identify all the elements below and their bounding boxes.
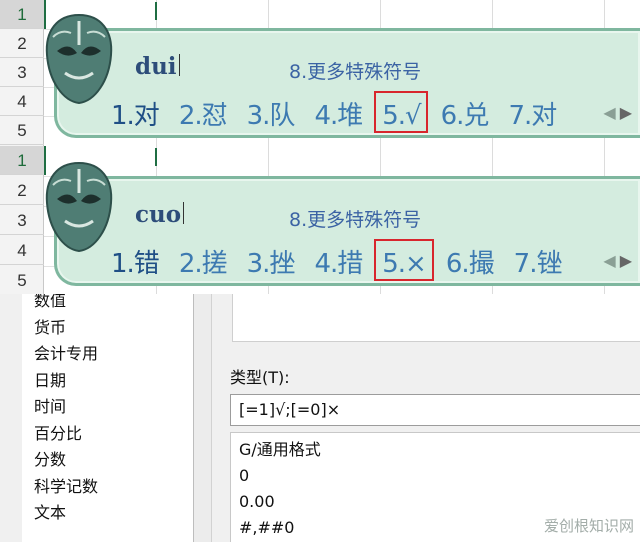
pinyin-text: dui bbox=[135, 53, 177, 80]
category-item[interactable]: 文本 bbox=[22, 500, 193, 527]
row-number[interactable]: 3 bbox=[0, 58, 44, 87]
category-item[interactable]: 日期 bbox=[22, 368, 193, 395]
next-page-icon[interactable]: ▶ bbox=[620, 103, 636, 122]
pinyin-input[interactable]: dui bbox=[135, 53, 180, 80]
ime-candidate-panel: cuo 8.更多特殊符号 1.错 2.搓 3.挫 4.措 5.× 6.撮 7.锉 ◀▶ bbox=[45, 161, 640, 286]
category-list: 数值 货币 会计专用 日期 时间 百分比 分数 科学记数 文本 bbox=[22, 294, 194, 542]
text-caret bbox=[178, 54, 180, 76]
ime-candidate-panel: dui 8.更多特殊符号 1.对 2.怼 3.队 4.堆 5.√ 6.兑 7.对 ◀▶ bbox=[45, 13, 640, 138]
category-item[interactable]: 会计专用 bbox=[22, 341, 193, 368]
highlight-box bbox=[374, 91, 428, 133]
candidate-item[interactable]: 2.怼 bbox=[179, 95, 228, 132]
candidate-item[interactable]: 3.挫 bbox=[247, 243, 296, 280]
candidate-item[interactable]: 7.对 bbox=[508, 95, 557, 132]
type-input[interactable]: [=1]√;[=0]× bbox=[230, 394, 640, 426]
candidate-list: 1.错 2.搓 3.挫 4.措 5.× 6.撮 7.锉 bbox=[111, 243, 581, 280]
type-label: 类型(T): bbox=[230, 368, 290, 387]
row-number[interactable]: 2 bbox=[0, 176, 44, 205]
row-number[interactable]: 4 bbox=[0, 87, 44, 116]
more-symbols-option[interactable]: 8.更多特殊符号 bbox=[289, 57, 421, 84]
category-item[interactable]: 时间 bbox=[22, 394, 193, 421]
highlight-box bbox=[374, 239, 434, 281]
next-page-icon[interactable]: ▶ bbox=[620, 251, 636, 270]
candidate-pager: ◀▶ bbox=[603, 103, 636, 122]
format-cells-dialog: 数值 货币 会计专用 日期 时间 百分比 分数 科学记数 文本 类型(T): [… bbox=[0, 294, 640, 542]
category-item[interactable]: 科学记数 bbox=[22, 474, 193, 501]
format-code-item[interactable]: 0.00 bbox=[231, 489, 640, 515]
candidate-list: 1.对 2.怼 3.队 4.堆 5.√ 6.兑 7.对 bbox=[111, 95, 576, 132]
prev-page-icon[interactable]: ◀ bbox=[603, 251, 619, 270]
text-caret bbox=[183, 202, 185, 224]
candidate-item[interactable]: 1.对 bbox=[111, 95, 160, 132]
more-symbols-option[interactable]: 8.更多特殊符号 bbox=[289, 205, 421, 232]
row-number[interactable]: 2 bbox=[0, 29, 44, 58]
sample-preview bbox=[232, 294, 640, 342]
candidate-pager: ◀▶ bbox=[603, 251, 636, 270]
opera-mask-icon bbox=[45, 13, 113, 105]
candidate-item[interactable]: 4.堆 bbox=[314, 95, 363, 132]
row-header: 1 2 3 4 5 bbox=[0, 0, 44, 146]
pinyin-input[interactable]: cuo bbox=[135, 201, 185, 228]
row-number[interactable]: 4 bbox=[0, 236, 44, 265]
candidate-item[interactable]: 6.兑 bbox=[441, 95, 490, 132]
row-header: 1 2 3 4 5 bbox=[0, 146, 44, 294]
candidate-item[interactable]: 2.搓 bbox=[179, 243, 228, 280]
row-number[interactable]: 1 bbox=[0, 146, 44, 175]
row-number[interactable]: 3 bbox=[0, 206, 44, 235]
spreadsheet-area-dui: 1 2 3 4 5 dui 8.更多特殊符号 1.对 2.怼 3.队 4.堆 5.√ 6.… bbox=[0, 0, 640, 146]
opera-mask-icon bbox=[45, 161, 113, 253]
prev-page-icon[interactable]: ◀ bbox=[603, 103, 619, 122]
row-number[interactable]: 5 bbox=[0, 116, 44, 145]
category-item[interactable]: 货币 bbox=[22, 315, 193, 342]
format-code-item[interactable]: G/通用格式 bbox=[231, 437, 640, 463]
spreadsheet-area-cuo: 1 2 3 4 5 cuo 8.更多特殊符号 1.错 2.搓 3.挫 4.措 5.× 6.… bbox=[0, 146, 640, 294]
cell-cursor-mark bbox=[155, 2, 157, 20]
candidate-item[interactable]: 4.措 bbox=[314, 243, 363, 280]
category-item[interactable]: 数值 bbox=[22, 294, 193, 315]
category-item[interactable]: 百分比 bbox=[22, 421, 193, 448]
row-number[interactable]: 5 bbox=[0, 266, 44, 294]
cell-cursor-mark bbox=[155, 148, 157, 166]
candidate-item[interactable]: 3.队 bbox=[247, 95, 296, 132]
category-item[interactable]: 分数 bbox=[22, 447, 193, 474]
candidate-item[interactable]: 7.锉 bbox=[514, 243, 563, 280]
watermark: 爱创根知识网 bbox=[543, 517, 634, 535]
category-scrollbar[interactable] bbox=[194, 294, 212, 542]
pinyin-text: cuo bbox=[135, 201, 182, 228]
candidate-item[interactable]: 1.错 bbox=[111, 243, 160, 280]
format-code-item[interactable]: 0 bbox=[231, 463, 640, 489]
candidate-item[interactable]: 6.撮 bbox=[446, 243, 495, 280]
row-number[interactable]: 1 bbox=[0, 0, 44, 29]
